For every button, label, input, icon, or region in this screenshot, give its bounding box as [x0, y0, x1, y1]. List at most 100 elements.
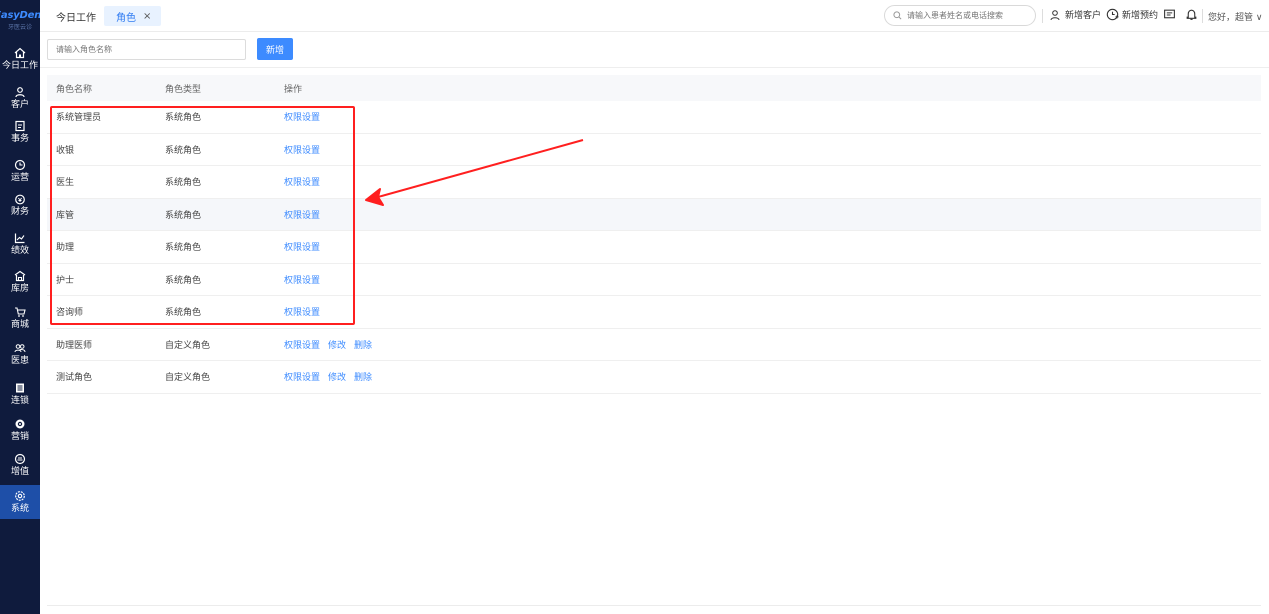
sidebar-item-label: 系统: [10, 503, 29, 514]
role-type: 系统角色: [165, 145, 202, 156]
divider: [40, 67, 1269, 68]
sidebar-item-marketing[interactable]: 营销: [0, 413, 40, 447]
sidebar-item-warehouse[interactable]: 库房: [0, 265, 40, 299]
new-customer-label: 新增客户: [1065, 11, 1102, 21]
wallet-icon: [15, 194, 25, 204]
sidebar-item-label: 运营: [10, 172, 29, 183]
edit-link[interactable]: 修改: [328, 338, 346, 351]
role-table: 角色名称 角色类型 操作 系统管理员 系统角色 权限设置 收银 系统角色 权限设…: [47, 75, 1261, 394]
permission-settings-link[interactable]: 权限设置: [284, 143, 320, 156]
role-type: 自定义角色: [165, 340, 211, 351]
addon-icon: [14, 453, 26, 464]
table-row: 助理 系统角色 权限设置: [47, 231, 1261, 264]
sidebar-item-operations[interactable]: 运营: [0, 154, 40, 188]
divider: [1042, 9, 1043, 23]
sidebar-item-finance[interactable]: 财务: [0, 188, 40, 222]
role-name: 测试角色: [56, 373, 93, 384]
sidebar-item-label: 绩效: [10, 245, 29, 256]
tab-close-icon[interactable]: ×: [143, 11, 151, 22]
tab-today-work[interactable]: 今日工作: [56, 9, 96, 24]
sidebar-item-label: 营销: [10, 431, 29, 442]
role-name: 系统管理员: [56, 113, 102, 124]
cart-icon: [15, 306, 26, 317]
sidebar-item-system[interactable]: 系统: [0, 485, 40, 519]
permission-settings-link[interactable]: 权限设置: [284, 208, 320, 221]
sidebar-item-addon[interactable]: 增值: [0, 448, 40, 482]
table-row: 系统管理员 系统角色 权限设置: [47, 101, 1261, 134]
role-type: 系统角色: [165, 113, 202, 124]
tab-role-label: 角色: [116, 12, 136, 24]
delete-link[interactable]: 删除: [354, 370, 372, 383]
role-type: 系统角色: [165, 308, 202, 319]
clock-icon: [14, 159, 26, 170]
permission-settings-link[interactable]: 权限设置: [284, 240, 320, 253]
table-row: 测试角色 自定义角色 权限设置 修改 删除: [47, 361, 1261, 394]
warehouse-icon: [14, 270, 26, 281]
people-icon: [14, 343, 26, 352]
task-icon: [15, 120, 25, 131]
role-type: 系统角色: [165, 210, 202, 221]
table-row: 护士 系统角色 权限设置: [47, 264, 1261, 296]
table-row: 收银 系统角色 权限设置: [47, 134, 1261, 166]
new-appointment-label: 新增预约: [1122, 11, 1159, 21]
sidebar-item-label: 商城: [10, 319, 29, 330]
sidebar-item-label: 今日工作: [1, 60, 38, 71]
bell-icon[interactable]: [1185, 8, 1198, 21]
role-name: 医生: [56, 178, 75, 189]
marketing-icon: [15, 419, 25, 428]
role-name-input[interactable]: [47, 39, 246, 60]
tab-role[interactable]: 角色 ×: [104, 6, 162, 26]
brand-subtitle: 牙医云诊: [7, 23, 32, 31]
user-icon: [15, 86, 25, 97]
new-customer-button[interactable]: 新增客户: [1050, 8, 1101, 21]
add-role-button[interactable]: 新增: [257, 38, 293, 60]
role-name: 护士: [56, 275, 75, 286]
sidebar-item-label: 增值: [10, 466, 29, 477]
sidebar-item-chain[interactable]: 连锁: [0, 377, 40, 411]
role-type: 系统角色: [165, 178, 202, 189]
role-type: 系统角色: [165, 243, 202, 254]
patient-search-input[interactable]: [907, 11, 1027, 20]
patient-search-box[interactable]: [884, 5, 1036, 26]
sidebar-item-label: 连锁: [10, 395, 29, 406]
chart-icon: [14, 233, 25, 243]
role-type: 自定义角色: [165, 373, 211, 384]
settings-icon: [15, 490, 25, 501]
message-icon[interactable]: [1163, 8, 1176, 21]
sidebar-item-tasks[interactable]: 事务: [0, 115, 40, 149]
permission-settings-link[interactable]: 权限设置: [284, 110, 320, 123]
role-name: 助理: [56, 243, 75, 254]
delete-link[interactable]: 删除: [354, 338, 372, 351]
user-menu[interactable]: 您好，超管 ∨: [1208, 10, 1262, 23]
sidebar-item-label: 客户: [10, 99, 29, 110]
table-row: 助理医师 自定义角色 权限设置 修改 删除: [47, 329, 1261, 361]
permission-settings-link[interactable]: 权限设置: [284, 338, 320, 351]
sidebar-item-label: 财务: [10, 206, 29, 217]
permission-settings-link[interactable]: 权限设置: [284, 175, 320, 188]
divider: [1202, 9, 1203, 23]
chain-icon: [16, 383, 24, 392]
table-row: 库管 系统角色 权限设置: [47, 198, 1261, 231]
sidebar-item-label: 医患: [10, 355, 29, 366]
permission-settings-link[interactable]: 权限设置: [284, 273, 320, 286]
add-user-icon: [1050, 9, 1060, 20]
table-header: 角色名称 角色类型 操作: [47, 75, 1261, 101]
brand-logo: EasyDent 牙医云诊: [0, 0, 46, 40]
header-actions: 操作: [284, 84, 303, 95]
role-type: 系统角色: [165, 275, 202, 286]
sidebar-item-patients[interactable]: 医患: [0, 337, 40, 371]
home-icon: [14, 47, 26, 58]
edit-link[interactable]: 修改: [328, 370, 346, 383]
header-role-name: 角色名称: [56, 84, 93, 95]
new-appointment-button[interactable]: 新增预约: [1106, 8, 1158, 21]
sidebar: EasyDent 牙医云诊 今日工作 客户 事务 运营 财务 绩效 库房 商城 …: [0, 0, 46, 614]
sidebar-item-today[interactable]: 今日工作: [0, 42, 40, 76]
sidebar-item-performance[interactable]: 绩效: [0, 227, 40, 261]
sidebar-item-mall[interactable]: 商城: [0, 301, 40, 335]
sidebar-item-customer[interactable]: 客户: [0, 81, 40, 115]
header-role-type: 角色类型: [165, 84, 202, 95]
role-name: 收银: [56, 145, 75, 156]
permission-settings-link[interactable]: 权限设置: [284, 370, 320, 383]
role-name: 咨询师: [56, 308, 84, 319]
permission-settings-link[interactable]: 权限设置: [284, 305, 320, 318]
